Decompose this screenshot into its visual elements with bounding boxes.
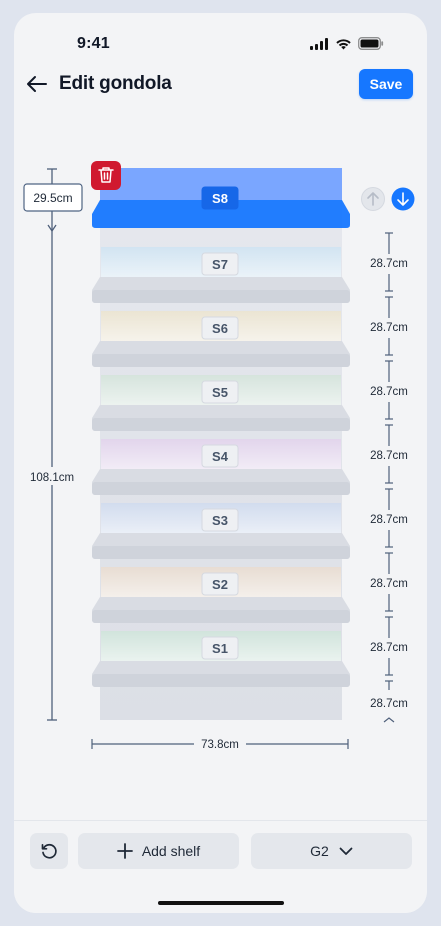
total-width-label: 73.8cm	[201, 739, 239, 751]
add-shelf-label: Add shelf	[141, 843, 201, 859]
shelf[interactable]: S7	[92, 247, 350, 303]
shelf[interactable]: S2	[92, 567, 350, 623]
shelf-label: S2	[212, 577, 228, 592]
reset-button[interactable]	[30, 833, 68, 869]
base-gap-arrow	[383, 717, 395, 723]
shelf[interactable]: S5	[92, 375, 350, 431]
shelf-gap-label: 28.7cm	[370, 642, 408, 654]
shelf-label: S4	[212, 449, 229, 464]
device-frame: 9:41 Edit gondola Save S8 S7 S6 S5 S4 S3 S2 S1 1…	[0, 0, 441, 926]
shelf-gap-label: 28.7cm	[370, 578, 408, 590]
rotate-ccw-icon	[41, 843, 57, 859]
shelf-gap-label: 28.7cm	[370, 322, 408, 334]
shelf-label: S1	[212, 641, 228, 656]
gondola-select-value: G2	[310, 843, 329, 859]
top-gap-label: 29.5cm	[33, 191, 72, 205]
add-shelf-button[interactable]: Add shelf	[78, 833, 239, 869]
shelf[interactable]: S3	[92, 503, 350, 559]
shelf-selected[interactable]: S8	[92, 168, 350, 228]
screen: 9:41 Edit gondola Save S8 S7 S6 S5 S4 S3 S2 S1 1…	[14, 13, 427, 913]
move-shelf-up-button[interactable]	[361, 187, 385, 211]
shelf-lip	[92, 610, 350, 623]
shelf-lip	[92, 546, 350, 559]
home-indicator	[158, 901, 284, 905]
delete-shelf-button[interactable]	[91, 161, 121, 190]
shelf-gap-label: 28.7cm	[370, 450, 408, 462]
plus-icon	[116, 843, 133, 859]
shelf[interactable]: S1	[92, 631, 350, 687]
shelf-label: S6	[212, 321, 228, 336]
shelf-lip	[92, 674, 350, 687]
shelf[interactable]: S6	[92, 311, 350, 367]
shelf-lip	[92, 482, 350, 495]
gondola-select[interactable]: G2	[251, 833, 412, 869]
gondola-canvas: S8 S7 S6 S5 S4 S3 S2 S1 108.1cm 29.5cm 28.7cm 28.7c…	[23, 161, 415, 753]
shelf-gap-label: 28.7cm	[370, 386, 408, 398]
shelf-lip	[92, 290, 350, 303]
shelf-lip	[92, 418, 350, 431]
shelf-label: S5	[212, 385, 228, 400]
move-shelf-down-button[interactable]	[391, 187, 415, 211]
total-height-label: 108.1cm	[30, 472, 74, 484]
delete-button-bg	[91, 161, 121, 190]
base-gap-label: 28.7cm	[370, 698, 408, 710]
shelf-label: S8	[212, 191, 228, 206]
shelf-gap-label: 28.7cm	[370, 258, 408, 270]
shelf-label: S3	[212, 513, 228, 528]
shelf-lip	[92, 354, 350, 367]
chevron-down-icon	[339, 847, 353, 855]
bottom-toolbar: Add shelf G2	[14, 820, 427, 913]
shelf-label: S7	[212, 257, 228, 272]
shelf-gap-label: 28.7cm	[370, 514, 408, 526]
shelf[interactable]: S4	[92, 439, 350, 495]
